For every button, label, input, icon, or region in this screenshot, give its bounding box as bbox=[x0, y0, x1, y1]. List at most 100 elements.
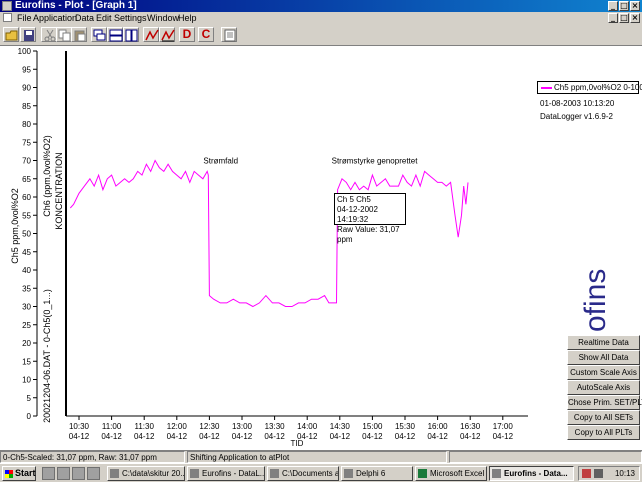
x-tick-label-date: 04-12 bbox=[69, 432, 90, 441]
copy-to-all-sets-button[interactable]: Copy to All SETs bbox=[567, 410, 640, 425]
info-version: DataLogger v1.6.9-2 bbox=[540, 112, 613, 121]
x-tick-label-date: 04-12 bbox=[493, 432, 514, 441]
menu-application[interactable]: Application bbox=[33, 12, 77, 24]
maximize-button[interactable]: □ bbox=[619, 1, 629, 11]
plot-c-button[interactable]: C bbox=[198, 27, 214, 42]
quicklaunch-folder-icon[interactable] bbox=[87, 467, 100, 480]
x-tick-label-date: 04-12 bbox=[232, 432, 253, 441]
close-button[interactable]: × bbox=[630, 1, 640, 11]
minimize-button[interactable]: _ bbox=[608, 1, 618, 11]
start-button[interactable]: Start bbox=[2, 466, 36, 481]
cut-button[interactable] bbox=[41, 27, 57, 42]
notes-button[interactable] bbox=[221, 27, 237, 42]
y-tick-label: 55 bbox=[22, 211, 31, 220]
task-folder-documents[interactable]: C:\Documents a... bbox=[267, 466, 339, 481]
task-eurofins-data-active[interactable]: Eurofins - Data... bbox=[489, 466, 574, 481]
status-value: 0-Ch5-Scaled: 31,07 ppm, Raw: 31,07 ppm bbox=[0, 451, 185, 463]
y-axis-label-koncentration: KONCENTRATION bbox=[54, 152, 64, 229]
plot-d-button[interactable]: D bbox=[179, 27, 195, 42]
quicklaunch-browser-icon[interactable] bbox=[57, 467, 70, 480]
open-folder-button[interactable] bbox=[3, 27, 19, 42]
tile-vertical-button[interactable] bbox=[123, 27, 139, 42]
choose-prim-set-plt-button[interactable]: Chose Prim. SET/PLT bbox=[567, 395, 642, 410]
title-bar[interactable]: Eurofins - Plot - [Graph 1] _ □ × bbox=[0, 0, 642, 12]
menu-help[interactable]: Help bbox=[178, 12, 197, 24]
y-axis-file-label: 20021204-06.DAT - 0-Ch5(0_1...) bbox=[42, 289, 52, 423]
task-eurofins-datalogger[interactable]: Eurofins - DataL... bbox=[187, 466, 265, 481]
x-tick-label-date: 04-12 bbox=[167, 432, 188, 441]
y-tick-label: 90 bbox=[22, 84, 31, 93]
line-plot-icon bbox=[145, 29, 159, 41]
open-folder-icon bbox=[5, 30, 18, 41]
y-tick-label: 100 bbox=[18, 47, 32, 56]
x-tick-label-time: 11:30 bbox=[134, 422, 154, 431]
series-line-ch5 bbox=[69, 159, 469, 308]
y-tick-label: 40 bbox=[22, 266, 31, 275]
tile-vertical-icon bbox=[125, 29, 138, 42]
y-tick-label: 60 bbox=[22, 193, 31, 202]
plot-scale-button[interactable] bbox=[159, 27, 175, 42]
cut-icon bbox=[44, 29, 56, 42]
y-tick-label: 5 bbox=[27, 394, 32, 403]
task-folder-skitur[interactable]: C:\data\skitur 20... bbox=[107, 466, 185, 481]
copy-button[interactable] bbox=[56, 27, 72, 42]
y-tick-label: 30 bbox=[22, 303, 31, 312]
menu-settings[interactable]: Settings bbox=[114, 12, 147, 24]
system-tray: 10:13 bbox=[578, 466, 640, 481]
autoscale-axis-button[interactable]: AutoScale Axis bbox=[567, 380, 640, 395]
folder-icon bbox=[110, 469, 119, 478]
toolbar: D C bbox=[0, 24, 642, 46]
y-tick-label: 15 bbox=[22, 357, 31, 366]
y-tick-label: 80 bbox=[22, 120, 31, 129]
x-axis-label: TID bbox=[291, 439, 304, 448]
x-tick-label-time: 15:30 bbox=[395, 422, 416, 431]
legend-swatch bbox=[541, 87, 552, 89]
custom-scale-axis-button[interactable]: Custom Scale Axis bbox=[567, 365, 640, 380]
y-tick-label: 75 bbox=[22, 138, 31, 147]
y-tick-label: 50 bbox=[22, 230, 31, 239]
paste-button[interactable] bbox=[71, 27, 87, 42]
cascade-button[interactable] bbox=[91, 27, 107, 42]
x-tick-label-date: 04-12 bbox=[427, 432, 448, 441]
y-tick-label: 95 bbox=[22, 65, 31, 74]
x-tick-label-date: 04-12 bbox=[362, 432, 383, 441]
value-tooltip: Ch 5 Ch5 04-12-2002 14:19:32 Raw Value: … bbox=[334, 193, 406, 244]
tooltip-channel: Ch 5 Ch5 bbox=[337, 195, 371, 204]
menu-data[interactable]: Data bbox=[75, 12, 94, 24]
tray-speaker-icon[interactable] bbox=[594, 469, 603, 478]
task-delphi[interactable]: Delphi 6 bbox=[341, 466, 413, 481]
save-button[interactable] bbox=[20, 27, 36, 42]
legend: Ch5 ppm,0vol%O2 0-100 bbox=[537, 81, 642, 94]
clock: 10:13 bbox=[614, 469, 635, 478]
x-tick-label-time: 14:00 bbox=[297, 422, 318, 431]
x-tick-label-date: 04-12 bbox=[199, 432, 220, 441]
x-tick-label-date: 04-12 bbox=[330, 432, 351, 441]
mdi-minimize-button[interactable]: _ bbox=[608, 13, 618, 23]
quicklaunch-outlook-icon[interactable] bbox=[72, 467, 85, 480]
task-excel[interactable]: Microsoft Excel - ... bbox=[415, 466, 487, 481]
tile-horizontal-button[interactable] bbox=[107, 27, 123, 42]
x-tick-label-time: 10:30 bbox=[69, 422, 90, 431]
document-icon[interactable] bbox=[3, 13, 12, 22]
menu-edit[interactable]: Edit bbox=[96, 12, 112, 24]
realtime-data-button[interactable]: Realtime Data bbox=[567, 335, 640, 350]
quicklaunch-desktop-icon[interactable] bbox=[42, 467, 55, 480]
mdi-close-button[interactable]: × bbox=[630, 13, 640, 23]
status-bar: 0-Ch5-Scaled: 31,07 ppm, Raw: 31,07 ppm … bbox=[0, 450, 642, 463]
menu-window[interactable]: Window bbox=[147, 12, 179, 24]
y-tick-label: 35 bbox=[22, 284, 31, 293]
menu-bar: File Application Data Edit Settings Wind… bbox=[0, 12, 642, 24]
tile-horizontal-icon bbox=[109, 29, 123, 42]
x-tick-label-time: 12:30 bbox=[199, 422, 220, 431]
copy-to-all-plts-button[interactable]: Copy to All PLTs bbox=[567, 425, 640, 440]
x-tick-label-time: 11:00 bbox=[102, 422, 122, 431]
menu-file[interactable]: File bbox=[17, 12, 32, 24]
y-tick-label: 45 bbox=[22, 248, 31, 257]
show-all-data-button[interactable]: Show All Data bbox=[567, 350, 640, 365]
mdi-restore-button[interactable]: □ bbox=[619, 13, 629, 23]
plot-line-button[interactable] bbox=[143, 27, 159, 42]
x-tick-label-time: 13:00 bbox=[232, 422, 253, 431]
letter-d-icon: D bbox=[182, 27, 192, 41]
tray-app-icon[interactable] bbox=[582, 469, 591, 478]
y-axis-label-ch5: Ch5 ppm,0vol%O2 bbox=[10, 188, 20, 264]
